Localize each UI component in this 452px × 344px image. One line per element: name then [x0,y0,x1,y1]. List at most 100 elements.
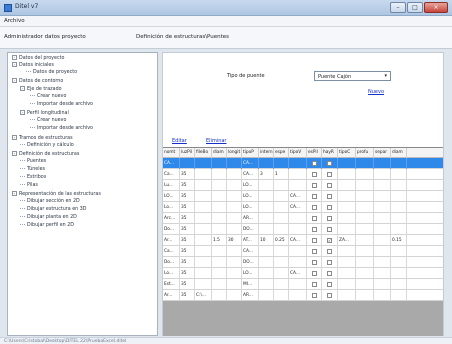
table-cell[interactable] [374,224,391,235]
tree-item[interactable]: - Representación de las estructuras [12,191,101,197]
table-cell[interactable] [374,169,391,180]
table-cell[interactable]: C:\... [195,290,212,301]
table-cell[interactable]: 35 [180,180,195,191]
table-cell[interactable] [227,290,242,301]
table-cell[interactable] [374,279,391,290]
table-cell[interactable]: Lo... [163,268,180,279]
table-cell[interactable] [274,224,289,235]
structures-grid[interactable]: nomt luzPil fileBo diam longit tipoP intern esp… [163,147,443,336]
table-cell[interactable] [195,169,212,180]
table-row[interactable]: CA... CA... [163,158,443,169]
table-cell[interactable]: 10 [259,235,274,246]
table-cell[interactable] [212,224,227,235]
column-header[interactable]: fileBo [195,148,212,158]
table-cell[interactable]: LO... [242,268,259,279]
table-cell[interactable] [212,191,227,202]
collapse-toggle-icon[interactable]: - [12,151,17,156]
column-header[interactable]: tipoP [242,148,259,158]
table-cell[interactable] [356,202,374,213]
table-cell[interactable] [212,268,227,279]
table-cell[interactable] [212,279,227,290]
tree-item[interactable]: Crear nuevo [30,94,66,99]
tree-item[interactable]: Túneles [20,167,45,172]
table-cell[interactable] [195,235,212,246]
table-cell[interactable] [356,235,374,246]
tree-item[interactable]: Dibujar estructura en 3D [20,207,86,212]
collapse-toggle-icon[interactable]: - [12,191,17,196]
table-cell[interactable] [356,290,374,301]
tipo-puente-select[interactable]: Puente Cajón ▾ [314,71,391,81]
table-cell[interactable] [391,158,407,169]
collapse-toggle-icon[interactable]: - [20,110,25,115]
table-cell[interactable] [338,257,356,268]
table-cell[interactable] [374,202,391,213]
table-cell[interactable] [289,290,307,301]
table-cell[interactable]: LO... [242,202,259,213]
tree-item[interactable]: Importar desde archivo [30,102,93,107]
checkbox[interactable] [312,249,317,254]
table-cell[interactable] [227,224,242,235]
table-cell[interactable] [227,202,242,213]
table-cell[interactable]: Ar... [163,235,180,246]
column-header[interactable]: luzPil [180,148,195,158]
table-cell[interactable]: 35 [180,169,195,180]
table-cell[interactable] [180,158,195,169]
tree-item[interactable]: - Perfil longitudinal [20,110,69,116]
table-cell[interactable]: ZA... [338,235,356,246]
tree-item[interactable]: - Eje de trazado [20,86,62,92]
table-cell[interactable] [227,257,242,268]
table-cell[interactable]: MI... [242,279,259,290]
tree-item[interactable]: Definición y cálculo [20,143,74,148]
table-cell[interactable] [338,246,356,257]
table-cell[interactable] [212,202,227,213]
table-cell[interactable]: Lo... [163,202,180,213]
checkbox[interactable] [327,194,332,199]
table-cell[interactable] [356,213,374,224]
table-cell[interactable] [289,224,307,235]
table-cell[interactable]: LO... [242,180,259,191]
table-cell[interactable] [391,213,407,224]
table-cell[interactable]: 35 [180,279,195,290]
table-cell[interactable] [195,224,212,235]
table-cell[interactable] [195,180,212,191]
checkbox[interactable] [312,238,317,243]
table-row[interactable]: Est... 35 MI... [163,279,443,290]
table-cell[interactable] [356,224,374,235]
table-cell[interactable] [259,191,274,202]
column-header[interactable]: esPil [307,148,322,158]
table-cell[interactable] [338,213,356,224]
column-header[interactable]: intern [259,148,274,158]
table-cell[interactable] [274,290,289,301]
table-cell[interactable] [356,268,374,279]
table-cell[interactable] [227,180,242,191]
collapse-toggle-icon[interactable]: - [12,78,17,83]
table-row[interactable]: Do... 35 DO... [163,257,443,268]
table-cell[interactable] [338,202,356,213]
table-cell[interactable]: Do... [163,224,180,235]
collapse-toggle-icon[interactable]: - [12,55,17,60]
checkbox[interactable] [312,216,317,221]
collapse-toggle-icon[interactable]: - [12,135,17,140]
column-header[interactable]: hayR [322,148,338,158]
menu-archivo[interactable]: Archivo [4,18,25,24]
table-cell[interactable] [338,224,356,235]
table-cell[interactable] [338,279,356,290]
table-cell[interactable] [374,158,391,169]
tree-item[interactable]: Importar desde archivo [30,126,93,131]
checkbox[interactable] [327,227,332,232]
table-cell[interactable] [259,268,274,279]
table-cell[interactable]: Ar... [163,290,180,301]
table-cell[interactable] [356,158,374,169]
tree-item[interactable]: - Datos de contorno [12,78,63,84]
column-header[interactable]: nomt [163,148,180,158]
checkbox[interactable] [312,293,317,298]
checkbox[interactable] [327,183,332,188]
table-cell[interactable]: Lu... [163,180,180,191]
table-cell[interactable]: 0.15 [391,235,407,246]
table-cell[interactable] [259,180,274,191]
table-cell[interactable] [338,169,356,180]
tree-item[interactable]: Dibujar sección en 2D [20,199,80,204]
table-cell[interactable]: 1 [274,169,289,180]
table-cell[interactable] [356,180,374,191]
column-header[interactable]: tipoC [338,148,356,158]
